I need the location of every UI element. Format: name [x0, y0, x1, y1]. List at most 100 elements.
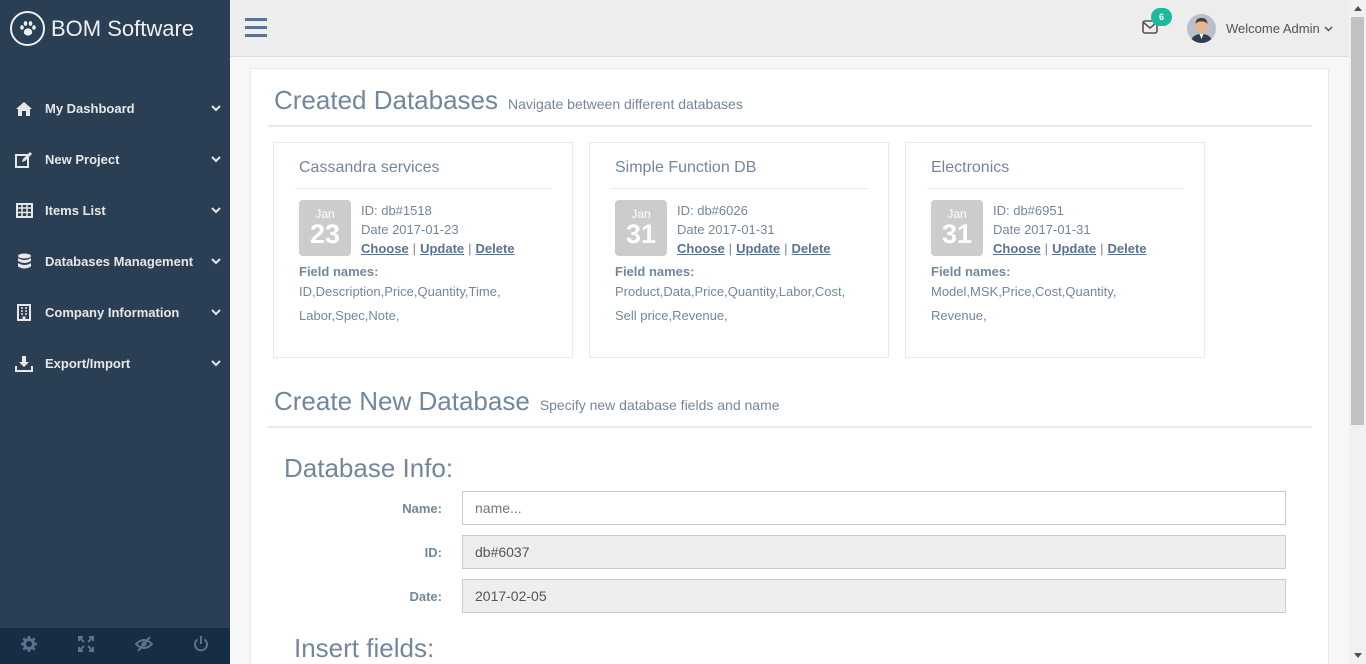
choose-link[interactable]: Choose — [993, 241, 1041, 256]
chevron-down-icon — [202, 105, 230, 112]
chevron-down-icon — [202, 309, 230, 316]
power-icon — [193, 635, 209, 657]
page-title: Created Databases — [274, 85, 499, 115]
sidebar: BOM Software My Dashboard New Project It… — [0, 0, 230, 664]
separator: | — [412, 241, 417, 256]
separator: | — [468, 241, 472, 256]
chevron-down-icon — [202, 156, 230, 163]
sidebar-item-company[interactable]: Company Information — [0, 287, 230, 338]
sidebar-item-dashboard[interactable]: My Dashboard — [0, 83, 230, 134]
top-navbar: 6 Welcome Admin — [230, 0, 1350, 57]
update-link[interactable]: Update — [1052, 241, 1096, 256]
sidebar-item-label: My Dashboard — [45, 101, 135, 116]
sidebar-item-label: Company Information — [45, 305, 180, 320]
sidebar-item-export-import[interactable]: Export/Import — [0, 338, 230, 389]
field-names-label: Field names: — [931, 264, 1011, 279]
divider — [611, 188, 868, 189]
settings-icon — [20, 635, 37, 657]
card-actions: Choose | Update | Delete — [993, 239, 1147, 258]
main-panel: Created Databases Navigate between diffe… — [250, 68, 1329, 664]
name-label: Name: — [402, 501, 442, 516]
lock-screen-button[interactable] — [115, 628, 173, 664]
database-name: Electronics — [931, 159, 1010, 176]
paw-icon — [10, 11, 45, 46]
page-subtitle: Navigate between different databases — [508, 96, 743, 112]
sidebar-item-label: Export/Import — [45, 356, 131, 371]
sidebar-item-databases[interactable]: Databases Management — [0, 236, 230, 287]
scroll-down-icon[interactable] — [1349, 647, 1366, 664]
field-names: ID,Description,Price,Quantity,Time, Labo… — [299, 284, 501, 323]
chevron-down-icon — [1324, 25, 1333, 32]
update-link[interactable]: Update — [420, 241, 464, 256]
database-card: Simple Function DB Jan 31 ID: db#6026 Da… — [589, 142, 889, 358]
insert-fields-heading: Insert fields: — [294, 633, 435, 663]
sidebar-item-new-project[interactable]: New Project — [0, 134, 230, 185]
name-field[interactable] — [462, 491, 1286, 525]
section-title: Create New Database — [274, 386, 530, 416]
date-day: 31 — [941, 219, 973, 249]
scrollbar-thumb[interactable] — [1351, 17, 1364, 425]
sidebar-item-label: New Project — [45, 152, 120, 167]
chevron-down-icon — [202, 258, 230, 265]
database-info: ID: db#1518 Date 2017-01-23 Choose | Updat… — [361, 201, 515, 258]
card-actions: Choose | Update | Delete — [677, 239, 831, 258]
brand-title: BOM Software — [51, 15, 195, 41]
sidebar-item-label: Databases Management — [45, 254, 194, 269]
settings-button[interactable] — [0, 628, 58, 664]
field-names-label: Field names: — [615, 264, 695, 279]
choose-link[interactable]: Choose — [361, 241, 409, 256]
user-menu[interactable]: Welcome Admin — [1187, 14, 1333, 43]
database-card: Cassandra services Jan 23 ID: db#1518 Da… — [273, 142, 573, 358]
database-date: Date 2017-01-23 — [361, 222, 459, 237]
database-date: Date 2017-01-31 — [677, 222, 775, 237]
database-info: ID: db#6026 Date 2017-01-31 Choose | Updat… — [677, 201, 831, 258]
section-subtitle: Specify new database fields and name — [539, 397, 780, 413]
database-name: Simple Function DB — [615, 159, 757, 176]
delete-link[interactable]: Delete — [476, 241, 515, 256]
database-icon — [15, 253, 33, 271]
database-id: ID: db#6026 — [677, 203, 748, 218]
mail-count-badge: 6 — [1151, 8, 1172, 26]
avatar — [1187, 14, 1216, 43]
scrollbar[interactable] — [1349, 0, 1366, 664]
building-icon — [15, 304, 33, 322]
welcome-text: Welcome Admin — [1226, 21, 1320, 36]
date-badge: Jan 23 — [299, 200, 351, 256]
divider — [927, 188, 1184, 189]
chevron-down-icon — [202, 207, 230, 214]
separator: | — [784, 241, 788, 256]
database-id: ID: db#6951 — [993, 203, 1064, 218]
database-id: ID: db#1518 — [361, 203, 432, 218]
brand[interactable]: BOM Software — [0, 0, 230, 57]
delete-link[interactable]: Delete — [1108, 241, 1147, 256]
fullscreen-icon — [78, 635, 95, 657]
date-badge: Jan 31 — [931, 200, 983, 256]
separator: | — [1044, 241, 1049, 256]
id-field[interactable] — [462, 535, 1286, 569]
eye-slash-icon — [134, 635, 154, 657]
choose-link[interactable]: Choose — [677, 241, 725, 256]
delete-link[interactable]: Delete — [792, 241, 831, 256]
date-month: Jan — [315, 207, 335, 221]
sidebar-footer — [0, 628, 230, 664]
database-name: Cassandra services — [299, 159, 440, 176]
sidebar-item-label: Items List — [45, 203, 106, 218]
created-databases-header: Created Databases Navigate between diffe… — [274, 85, 743, 116]
home-icon — [15, 100, 33, 118]
card-actions: Choose | Update | Delete — [361, 239, 515, 258]
id-label: ID: — [424, 545, 442, 560]
date-label: Date: — [409, 589, 442, 604]
field-names: Product,Data,Price,Quantity,Labor,Cost, … — [615, 284, 846, 323]
menu-toggle-icon[interactable] — [245, 17, 267, 39]
scroll-up-icon[interactable] — [1349, 0, 1366, 17]
date-field[interactable] — [462, 579, 1286, 613]
sidebar-item-items-list[interactable]: Items List — [0, 185, 230, 236]
date-month: Jan — [947, 207, 967, 221]
database-card: Electronics Jan 31 ID: db#6951 Date 2017… — [905, 142, 1205, 358]
database-info-heading: Database Info: — [284, 453, 454, 483]
fullscreen-button[interactable] — [58, 628, 116, 664]
separator: | — [728, 241, 733, 256]
date-day: 23 — [309, 219, 341, 249]
logout-button[interactable] — [173, 628, 231, 664]
update-link[interactable]: Update — [736, 241, 780, 256]
